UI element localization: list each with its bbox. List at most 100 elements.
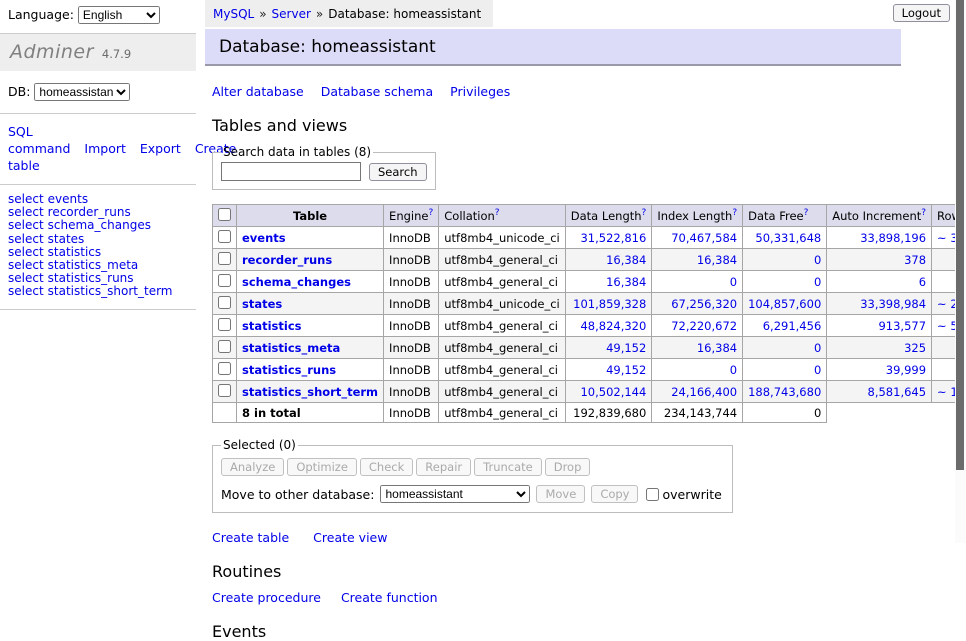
index-length-link[interactable]: 0	[730, 275, 737, 289]
data-length-link[interactable]: 16,384	[606, 253, 646, 267]
row-checkbox[interactable]	[218, 274, 231, 287]
table-row: statistics_meta InnoDB utf8mb4_general_c…	[213, 337, 966, 359]
table-link[interactable]: events	[48, 192, 88, 206]
move-database-select[interactable]: homeassistant	[380, 485, 530, 503]
routine-create-link[interactable]: Create procedure	[212, 590, 321, 605]
database-action-link[interactable]: Database schema	[321, 84, 433, 99]
index-length-link[interactable]: 67,256,320	[671, 297, 737, 311]
index-length-link[interactable]: 16,384	[697, 341, 737, 355]
row-checkbox[interactable]	[218, 362, 231, 375]
select-link[interactable]: select	[8, 245, 44, 259]
select-link[interactable]: select	[8, 192, 44, 206]
breadcrumb-mysql-link[interactable]: MySQL	[213, 7, 254, 21]
table-link[interactable]: statistics_short_term	[48, 284, 173, 298]
routine-create-link[interactable]: Create function	[341, 590, 438, 605]
data-free-link[interactable]: 6,291,456	[763, 319, 822, 333]
selected-action-button[interactable]: Analyze	[221, 458, 284, 476]
data-length-link[interactable]: 101,859,328	[573, 297, 646, 311]
data-free-link[interactable]: 0	[814, 341, 821, 355]
data-length-link[interactable]: 49,152	[606, 363, 646, 377]
auto-increment-link[interactable]: 6	[919, 275, 926, 289]
table-link[interactable]: statistics_meta	[48, 258, 139, 272]
select-link[interactable]: select	[8, 271, 44, 285]
row-checkbox[interactable]	[218, 252, 231, 265]
table-link[interactable]: states	[48, 232, 85, 246]
select-link[interactable]: select	[8, 205, 44, 219]
copy-button[interactable]: Copy	[591, 485, 638, 503]
auto-increment-link[interactable]: 33,898,196	[860, 231, 926, 245]
selected-action-button[interactable]: Drop	[545, 458, 591, 476]
data-free-link[interactable]: 188,743,680	[748, 385, 821, 399]
table-name-link[interactable]: schema_changes	[242, 275, 351, 289]
help-icon[interactable]: ?	[921, 208, 926, 218]
selected-action-button[interactable]: Truncate	[474, 458, 542, 476]
index-length-link[interactable]: 0	[730, 363, 737, 377]
auto-increment-link[interactable]: 39,999	[886, 363, 926, 377]
index-length-link[interactable]: 24,166,400	[671, 385, 737, 399]
table-name-link[interactable]: events	[242, 231, 286, 245]
database-action-link[interactable]: Privileges	[450, 84, 510, 99]
row-checkbox[interactable]	[218, 340, 231, 353]
data-free-link[interactable]: 104,857,600	[748, 297, 821, 311]
search-input[interactable]	[221, 162, 361, 181]
language-select[interactable]: English	[78, 6, 160, 24]
db-select[interactable]: homeassistant	[34, 83, 130, 101]
select-link[interactable]: select	[8, 284, 44, 298]
table-name-link[interactable]: states	[242, 297, 282, 311]
selected-action-button[interactable]: Optimize	[287, 458, 357, 476]
vertical-scrollbar[interactable]	[955, 0, 966, 543]
row-checkbox[interactable]	[218, 230, 231, 243]
row-checkbox[interactable]	[218, 384, 231, 397]
scrollbar-thumb[interactable]	[956, 0, 964, 470]
help-icon[interactable]: ?	[428, 208, 433, 218]
help-icon[interactable]: ?	[732, 208, 737, 218]
row-checkbox[interactable]	[218, 296, 231, 309]
data-free-link[interactable]: 0	[814, 275, 821, 289]
select-link[interactable]: select	[8, 258, 44, 272]
help-icon[interactable]: ?	[804, 208, 809, 218]
overwrite-checkbox[interactable]	[646, 488, 659, 501]
index-length-link[interactable]: 72,220,672	[671, 319, 737, 333]
index-length-link[interactable]: 16,384	[697, 253, 737, 267]
data-free-link[interactable]: 0	[814, 363, 821, 377]
auto-increment-link[interactable]: 378	[904, 253, 926, 267]
sidebar-action-link[interactable]: Export	[140, 141, 181, 156]
select-all-checkbox[interactable]	[218, 208, 231, 221]
help-icon[interactable]: ?	[642, 208, 647, 218]
engine-cell: InnoDB	[384, 227, 439, 249]
data-length-link[interactable]: 48,824,320	[580, 319, 646, 333]
logout-button[interactable]: Logout	[893, 4, 950, 22]
auto-increment-link[interactable]: 325	[904, 341, 926, 355]
data-length-link[interactable]: 16,384	[606, 275, 646, 289]
table-link[interactable]: recorder_runs	[48, 205, 131, 219]
table-name-link[interactable]: recorder_runs	[242, 253, 332, 267]
move-button[interactable]: Move	[536, 485, 585, 503]
table-name-link[interactable]: statistics_short_term	[242, 385, 378, 399]
index-length-link[interactable]: 70,467,584	[671, 231, 737, 245]
selected-action-button[interactable]: Check	[360, 458, 413, 476]
table-link[interactable]: statistics	[48, 245, 102, 259]
data-free-link[interactable]: 0	[814, 253, 821, 267]
auto-increment-link[interactable]: 33,398,984	[860, 297, 926, 311]
table-link[interactable]: schema_changes	[48, 218, 151, 232]
select-link[interactable]: select	[8, 232, 44, 246]
select-link[interactable]: select	[8, 218, 44, 232]
data-length-link[interactable]: 31,522,816	[580, 231, 646, 245]
row-checkbox[interactable]	[218, 318, 231, 331]
sidebar-action-link[interactable]: SQL command	[8, 124, 70, 156]
auto-increment-link[interactable]: 913,577	[878, 319, 926, 333]
data-length-link[interactable]: 10,502,144	[580, 385, 646, 399]
database-action-link[interactable]: Alter database	[212, 84, 304, 99]
selected-action-button[interactable]: Repair	[416, 458, 471, 476]
table-name-link[interactable]: statistics_runs	[242, 363, 336, 377]
search-button[interactable]: Search	[369, 163, 427, 181]
breadcrumb-server-link[interactable]: Server	[272, 7, 311, 21]
table-link[interactable]: statistics_runs	[48, 271, 134, 285]
help-icon[interactable]: ?	[495, 208, 500, 218]
sidebar-action-link[interactable]: Import	[84, 141, 126, 156]
data-free-link[interactable]: 50,331,648	[755, 231, 821, 245]
table-name-link[interactable]: statistics	[242, 319, 302, 333]
auto-increment-link[interactable]: 8,581,645	[868, 385, 927, 399]
table-name-link[interactable]: statistics_meta	[242, 341, 340, 355]
data-length-link[interactable]: 49,152	[606, 341, 646, 355]
